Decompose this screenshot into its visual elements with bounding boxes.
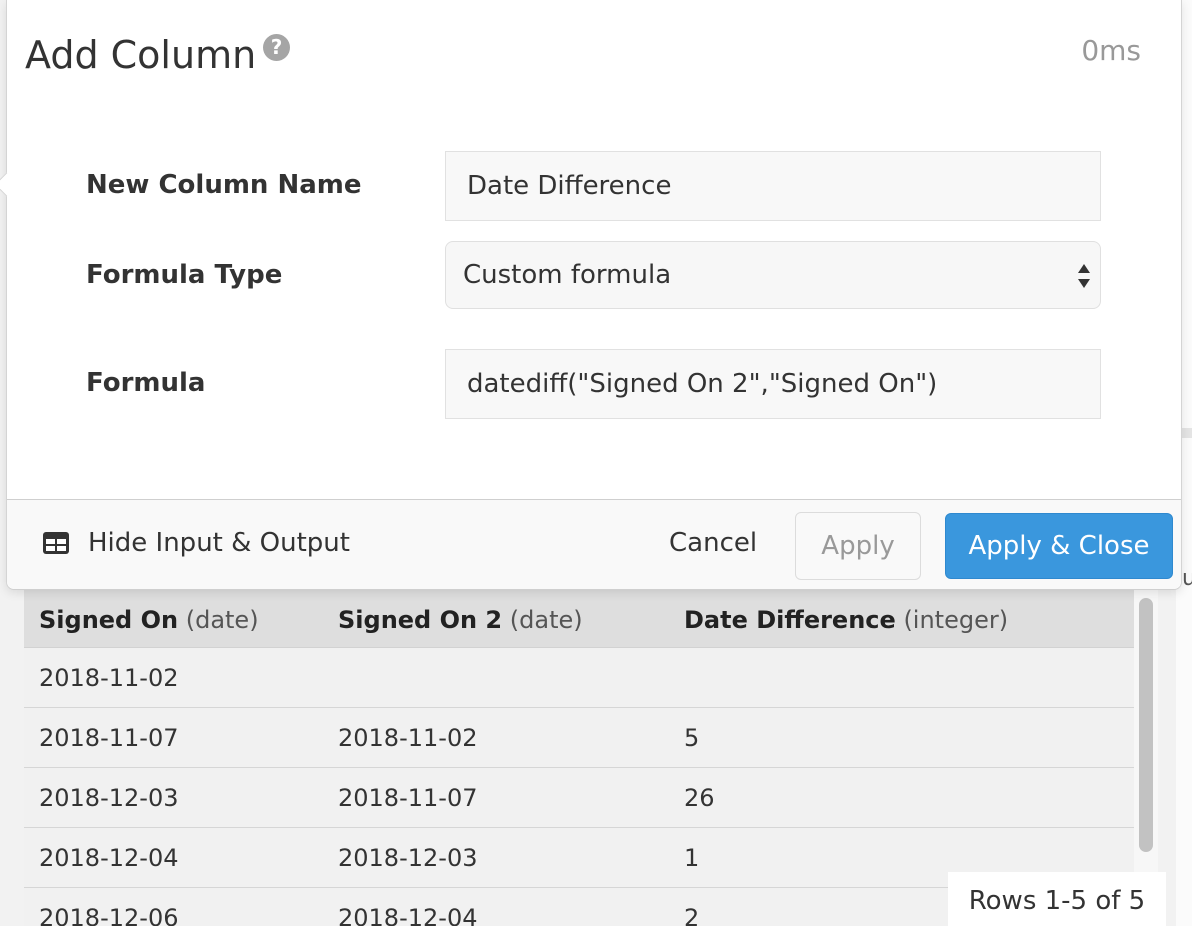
scrollbar-thumb[interactable] [1139,598,1153,852]
column-name-input[interactable] [445,151,1101,221]
table-cell: 2018-12-04 [39,843,179,872]
table-cell: 2018-12-04 [338,903,478,926]
table-cell: 2018-11-02 [39,663,179,692]
dialog-footer: Hide Input & Output Cancel Apply Apply &… [7,499,1181,589]
table-row: 2018-11-07 2018-11-02 5 [24,708,1134,768]
table-cell: 2018-11-07 [338,783,478,812]
table-cell: 26 [684,783,715,812]
timing-label: 0ms [1081,34,1141,67]
table-row: 2018-12-03 2018-11-07 26 [24,768,1134,828]
column-header-name: Date Difference [684,605,896,634]
table-cell: 2018-12-03 [338,843,478,872]
column-header-name: Signed On 2 [338,605,503,634]
column-header-type: (date) [185,605,259,634]
apply-and-close-button[interactable]: Apply & Close [945,513,1173,579]
table-cell: 1 [684,843,700,872]
column-header[interactable]: Date Difference (integer) [684,606,1124,634]
table-header-row: Signed On (date) Signed On 2 (date) Date… [24,590,1134,648]
rows-count-label: Rows 1-5 of 5 [948,872,1166,926]
question-circle-icon[interactable]: ? [263,34,290,61]
cancel-button[interactable]: Cancel [669,528,757,558]
formula-type-label: Formula Type [86,260,283,290]
formula-input[interactable] [445,349,1101,419]
select-arrows-icon [1078,264,1090,288]
column-header[interactable]: Signed On 2 (date) [338,606,684,634]
hide-input-output-label: Hide Input & Output [88,528,350,558]
table-cell: 2018-11-07 [39,723,179,752]
add-column-dialog: Add Column ? 0ms New Column Name Formula… [0,0,1182,590]
column-header-type: (date) [509,605,583,634]
column-header-type: (integer) [903,605,1009,634]
table-cell: 5 [684,723,700,752]
table-cell: 2018-11-02 [338,723,478,752]
formula-type-selected-value: Custom formula [463,260,672,290]
column-name-label: New Column Name [86,170,362,200]
apply-button[interactable]: Apply [795,512,921,580]
column-header[interactable]: Signed On (date) [24,606,338,634]
table-cell: 2018-12-03 [39,783,179,812]
formula-type-select[interactable]: Custom formula [445,241,1101,309]
hide-input-output-toggle[interactable]: Hide Input & Output [42,528,350,558]
table-row: 2018-11-02 [24,648,1134,708]
dialog-title: Add Column [25,33,257,77]
background-text-fragment: u [1182,566,1192,591]
dialog-pointer-arrow [0,172,19,197]
table-cell: 2018-12-06 [39,903,179,926]
formula-label: Formula [86,368,206,398]
column-header-name: Signed On [39,605,179,634]
table-icon [43,532,69,554]
